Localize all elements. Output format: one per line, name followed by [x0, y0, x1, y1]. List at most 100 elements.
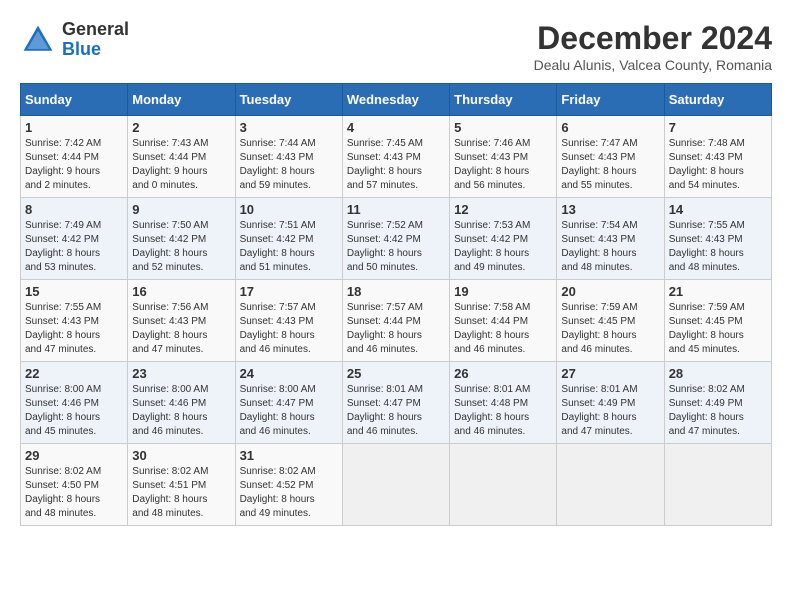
calendar-cell: 8 Sunrise: 7:49 AMSunset: 4:42 PMDaylight… [21, 198, 128, 280]
day-info: Sunrise: 7:55 AMSunset: 4:43 PMDaylight:… [669, 220, 745, 273]
calendar-cell: 3Sunrise: 7:44 AMSunset: 4:43 PMDaylight… [235, 116, 342, 198]
weekday-header-tuesday: Tuesday [235, 84, 342, 116]
calendar-cell: 15Sunrise: 7:55 AMSunset: 4:43 PMDayligh… [21, 280, 128, 362]
calendar-cell: 5 Sunrise: 7:46 AMSunset: 4:43 PMDaylight… [450, 116, 557, 198]
day-info: Sunrise: 7:51 AMSunset: 4:42 PMDaylight:… [240, 220, 316, 273]
weekday-header-saturday: Saturday [664, 84, 771, 116]
calendar-cell: 28 Sunrise: 8:02 AMSunset: 4:49 PMDayligh… [664, 362, 771, 444]
day-number: 18 [347, 284, 445, 299]
day-info: Sunrise: 8:02 AMSunset: 4:50 PMDaylight:… [25, 466, 101, 519]
day-number: 28 [669, 366, 767, 381]
day-info: Sunrise: 8:00 AMSunset: 4:46 PMDaylight:… [132, 384, 208, 437]
calendar-cell: 4 Sunrise: 7:45 AMSunset: 4:43 PMDaylight… [342, 116, 449, 198]
day-number: 21 [669, 284, 767, 299]
day-info: Sunrise: 7:42 AMSunset: 4:44 PMDaylight:… [25, 138, 101, 191]
day-number: 12 [454, 202, 552, 217]
day-number: 24 [240, 366, 338, 381]
day-number: 7 [669, 120, 767, 135]
day-number: 15 [25, 284, 123, 299]
day-number: 2 [132, 120, 230, 135]
calendar-week-5: 29 Sunrise: 8:02 AMSunset: 4:50 PMDayligh… [21, 444, 772, 526]
calendar-cell: 13 Sunrise: 7:54 AMSunset: 4:43 PMDayligh… [557, 198, 664, 280]
day-info: Sunrise: 7:50 AMSunset: 4:42 PMDaylight:… [132, 220, 208, 273]
day-info: Sunrise: 7:43 AMSunset: 4:44 PMDaylight:… [132, 138, 208, 191]
page-header: General Blue December 2024 Dealu Alunis,… [20, 20, 772, 73]
day-info: Sunrise: 8:02 AMSunset: 4:52 PMDaylight:… [240, 466, 316, 519]
calendar-cell: 31Sunrise: 8:02 AMSunset: 4:52 PMDayligh… [235, 444, 342, 526]
day-number: 16 [132, 284, 230, 299]
calendar-cell: 17 Sunrise: 7:57 AMSunset: 4:43 PMDayligh… [235, 280, 342, 362]
calendar-cell: 25Sunrise: 8:01 AMSunset: 4:47 PMDayligh… [342, 362, 449, 444]
calendar-week-4: 22 Sunrise: 8:00 AMSunset: 4:46 PMDayligh… [21, 362, 772, 444]
calendar-cell: 11 Sunrise: 7:52 AMSunset: 4:42 PMDayligh… [342, 198, 449, 280]
calendar-cell: 18 Sunrise: 7:57 AMSunset: 4:44 PMDayligh… [342, 280, 449, 362]
calendar-cell: 10 Sunrise: 7:51 AMSunset: 4:42 PMDayligh… [235, 198, 342, 280]
day-info: Sunrise: 8:02 AMSunset: 4:51 PMDaylight:… [132, 466, 208, 519]
day-number: 4 [347, 120, 445, 135]
calendar-cell: 12Sunrise: 7:53 AMSunset: 4:42 PMDayligh… [450, 198, 557, 280]
calendar-cell: 14 Sunrise: 7:55 AMSunset: 4:43 PMDayligh… [664, 198, 771, 280]
day-number: 5 [454, 120, 552, 135]
calendar-cell: 1 Sunrise: 7:42 AMSunset: 4:44 PMDaylight… [21, 116, 128, 198]
day-info: Sunrise: 7:45 AMSunset: 4:43 PMDaylight:… [347, 138, 423, 191]
day-number: 22 [25, 366, 123, 381]
calendar-cell: 9 Sunrise: 7:50 AMSunset: 4:42 PMDaylight… [128, 198, 235, 280]
day-info: Sunrise: 8:00 AMSunset: 4:46 PMDaylight:… [25, 384, 101, 437]
day-number: 29 [25, 448, 123, 463]
calendar-table: SundayMondayTuesdayWednesdayThursdayFrid… [20, 83, 772, 526]
day-info: Sunrise: 7:59 AMSunset: 4:45 PMDaylight:… [669, 302, 745, 355]
calendar-cell: 19 Sunrise: 7:58 AMSunset: 4:44 PMDayligh… [450, 280, 557, 362]
calendar-cell: 2 Sunrise: 7:43 AMSunset: 4:44 PMDaylight… [128, 116, 235, 198]
weekday-header-thursday: Thursday [450, 84, 557, 116]
day-number: 13 [561, 202, 659, 217]
day-number: 6 [561, 120, 659, 135]
day-number: 30 [132, 448, 230, 463]
calendar-cell: 26Sunrise: 8:01 AMSunset: 4:48 PMDayligh… [450, 362, 557, 444]
day-info: Sunrise: 8:02 AMSunset: 4:49 PMDaylight:… [669, 384, 745, 437]
day-number: 19 [454, 284, 552, 299]
main-title: December 2024 [534, 20, 772, 57]
day-info: Sunrise: 7:57 AMSunset: 4:44 PMDaylight:… [347, 302, 423, 355]
weekday-header-monday: Monday [128, 84, 235, 116]
day-number: 1 [25, 120, 123, 135]
subtitle: Dealu Alunis, Valcea County, Romania [534, 57, 772, 73]
logo-icon [20, 22, 56, 58]
day-number: 23 [132, 366, 230, 381]
weekday-header-sunday: Sunday [21, 84, 128, 116]
day-info: Sunrise: 7:48 AMSunset: 4:43 PMDaylight:… [669, 138, 745, 191]
day-number: 14 [669, 202, 767, 217]
day-info: Sunrise: 7:56 AMSunset: 4:43 PMDaylight:… [132, 302, 208, 355]
day-info: Sunrise: 8:01 AMSunset: 4:47 PMDaylight:… [347, 384, 423, 437]
day-number: 11 [347, 202, 445, 217]
day-info: Sunrise: 8:01 AMSunset: 4:49 PMDaylight:… [561, 384, 637, 437]
day-number: 3 [240, 120, 338, 135]
title-section: December 2024 Dealu Alunis, Valcea Count… [534, 20, 772, 73]
calendar-cell: 29 Sunrise: 8:02 AMSunset: 4:50 PMDayligh… [21, 444, 128, 526]
day-info: Sunrise: 7:46 AMSunset: 4:43 PMDaylight:… [454, 138, 530, 191]
calendar-cell: 22 Sunrise: 8:00 AMSunset: 4:46 PMDayligh… [21, 362, 128, 444]
calendar-cell: 20Sunrise: 7:59 AMSunset: 4:45 PMDayligh… [557, 280, 664, 362]
day-number: 17 [240, 284, 338, 299]
day-number: 10 [240, 202, 338, 217]
weekday-header-friday: Friday [557, 84, 664, 116]
calendar-week-2: 8 Sunrise: 7:49 AMSunset: 4:42 PMDaylight… [21, 198, 772, 280]
calendar-cell: 23 Sunrise: 8:00 AMSunset: 4:46 PMDayligh… [128, 362, 235, 444]
day-number: 8 [25, 202, 123, 217]
day-info: Sunrise: 7:47 AMSunset: 4:43 PMDaylight:… [561, 138, 637, 191]
day-info: Sunrise: 7:57 AMSunset: 4:43 PMDaylight:… [240, 302, 316, 355]
calendar-cell [664, 444, 771, 526]
day-info: Sunrise: 7:52 AMSunset: 4:42 PMDaylight:… [347, 220, 423, 273]
day-info: Sunrise: 8:00 AMSunset: 4:47 PMDaylight:… [240, 384, 316, 437]
calendar-cell: 24 Sunrise: 8:00 AMSunset: 4:47 PMDayligh… [235, 362, 342, 444]
day-info: Sunrise: 7:54 AMSunset: 4:43 PMDaylight:… [561, 220, 637, 273]
calendar-cell [557, 444, 664, 526]
calendar-cell: 27 Sunrise: 8:01 AMSunset: 4:49 PMDayligh… [557, 362, 664, 444]
calendar-cell: 6 Sunrise: 7:47 AMSunset: 4:43 PMDaylight… [557, 116, 664, 198]
weekday-header-wednesday: Wednesday [342, 84, 449, 116]
day-info: Sunrise: 7:58 AMSunset: 4:44 PMDaylight:… [454, 302, 530, 355]
day-number: 9 [132, 202, 230, 217]
calendar-week-1: 1 Sunrise: 7:42 AMSunset: 4:44 PMDaylight… [21, 116, 772, 198]
calendar-cell: 16 Sunrise: 7:56 AMSunset: 4:43 PMDayligh… [128, 280, 235, 362]
day-info: Sunrise: 7:49 AMSunset: 4:42 PMDaylight:… [25, 220, 101, 273]
day-number: 27 [561, 366, 659, 381]
